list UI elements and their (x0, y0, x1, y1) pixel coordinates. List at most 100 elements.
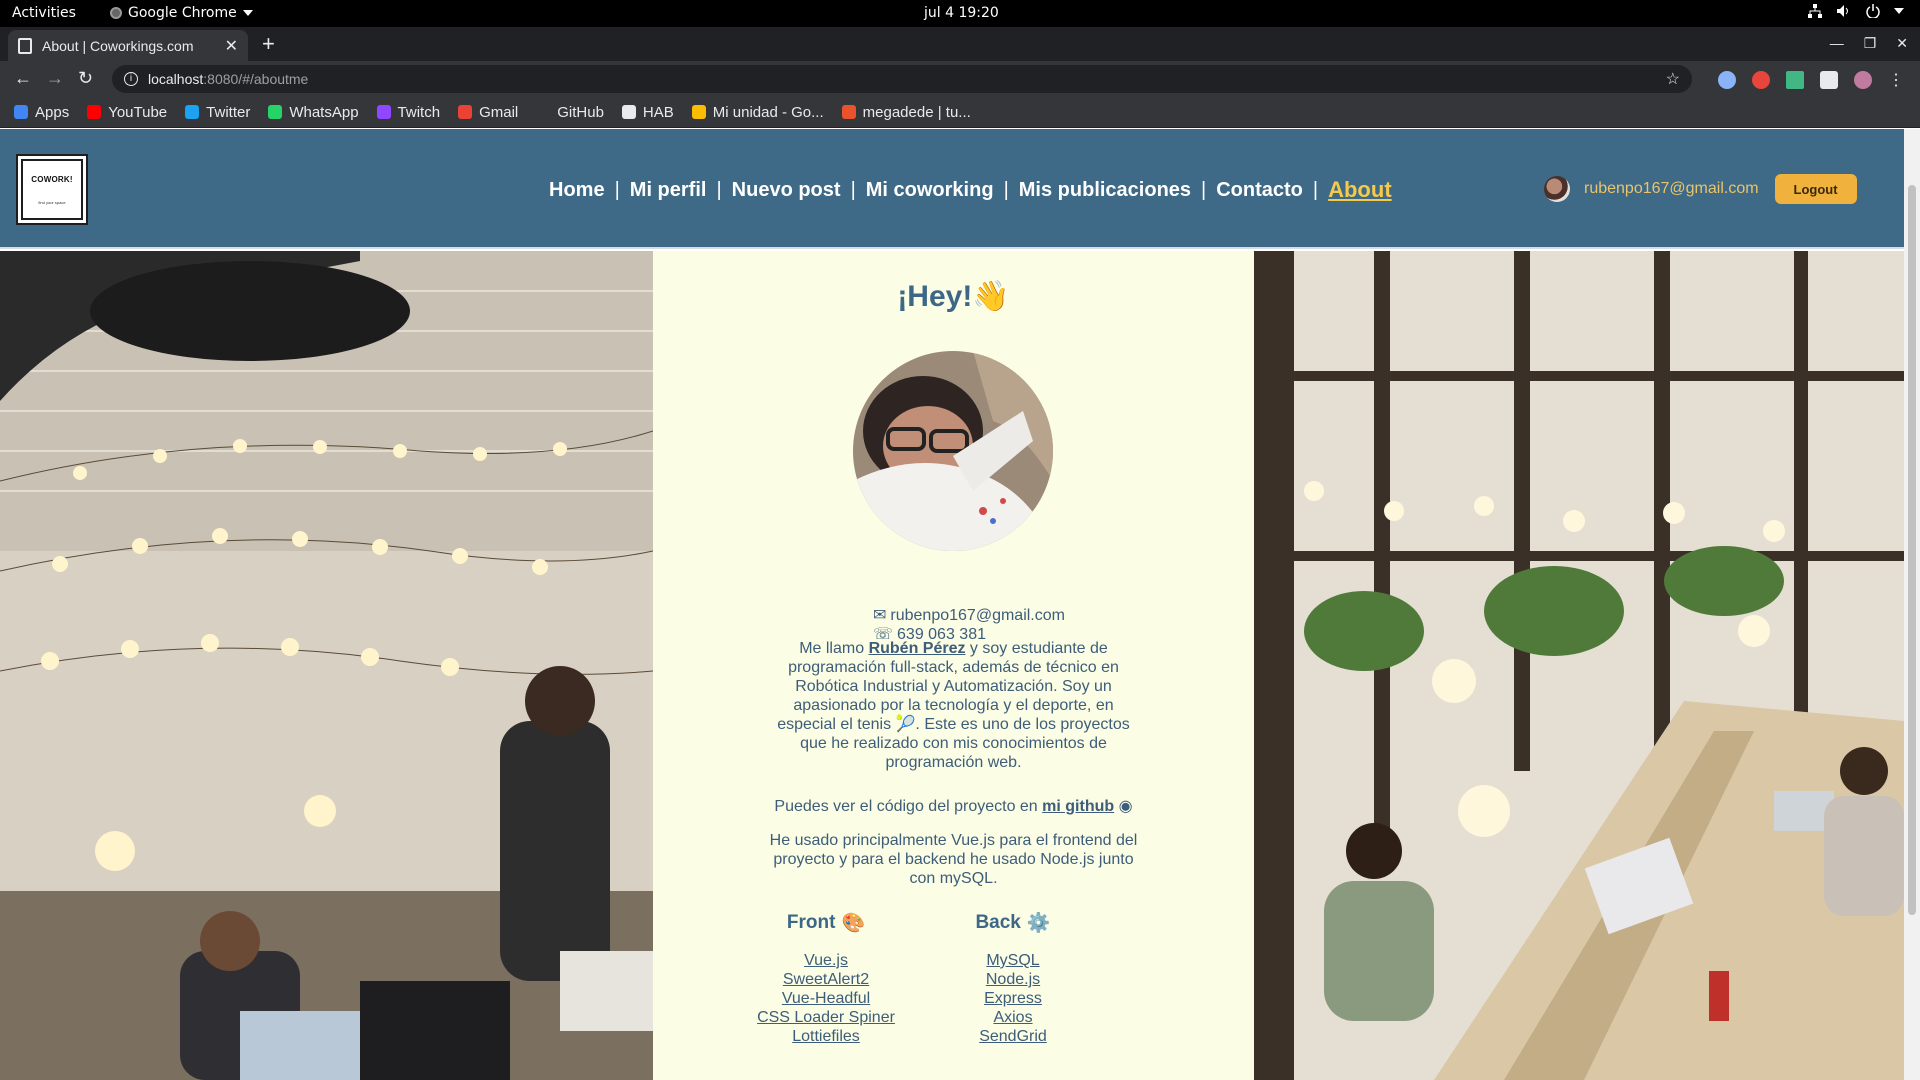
nav-link[interactable]: Mis publicaciones (1019, 179, 1191, 202)
browser-toolbar: ← → ↻ i localhost:8080/#/aboutme ☆ ⋮ (0, 61, 1920, 97)
address-bar[interactable]: i localhost:8080/#/aboutme ☆ (112, 65, 1692, 93)
vue-devtools-icon[interactable] (1786, 71, 1804, 89)
tech-link[interactable]: Lottiefiles (736, 1027, 916, 1046)
front-title: Front (786, 912, 836, 933)
app-menu[interactable]: Google Chrome (110, 5, 253, 21)
user-area: rubenpo167@gmail.com Logout (1544, 174, 1857, 204)
bookmark-item[interactable]: YouTube (87, 104, 167, 121)
info-icon[interactable]: i (124, 72, 138, 86)
bookmark-icon (536, 105, 551, 119)
bookmark-icon (841, 105, 856, 119)
tech-link[interactable]: CSS Loader Spiner (736, 1008, 916, 1027)
tech-link[interactable]: Vue-Headful (736, 989, 916, 1008)
system-tray[interactable] (1808, 4, 1904, 18)
bookmark-label: Twitch (397, 103, 441, 121)
coworking-photo-left (0, 251, 653, 1080)
coworking-illustration (1254, 251, 1904, 1080)
close-window-icon[interactable]: ✕ (1896, 35, 1908, 52)
nav-link[interactable]: Contacto (1216, 179, 1303, 202)
tech-link[interactable]: SendGrid (923, 1027, 1103, 1046)
new-tab-button[interactable]: + (262, 33, 275, 55)
extension-icon[interactable] (1718, 71, 1736, 89)
bookmark-label: WhatsApp (289, 103, 359, 121)
profile-illustration (853, 351, 1053, 551)
os-top-bar: Activities Google Chrome jul 4 19:20 (0, 0, 1920, 27)
tech-link[interactable]: Node.js (923, 970, 1103, 989)
back-title: Back (975, 912, 1021, 933)
bookmark-item[interactable]: megadede | tu... (841, 104, 971, 121)
gear-icon: ⚙️ (1026, 913, 1051, 934)
nav-link[interactable]: Mi perfil (630, 179, 707, 202)
github-link[interactable]: mi github (1042, 798, 1114, 815)
user-email[interactable]: rubenpo167@gmail.com (1584, 180, 1759, 198)
back-heading: Back ⚙️ (923, 911, 1103, 935)
site-header: COWORK! find your space Home | Mi perfil | N… (0, 129, 1904, 249)
bookmark-icon (691, 105, 706, 119)
restore-icon[interactable]: ❐ (1864, 35, 1877, 52)
puzzle-icon[interactable] (1820, 71, 1838, 89)
bookmark-item[interactable]: Twitch (376, 103, 441, 121)
clock[interactable]: jul 4 19:20 (924, 5, 999, 21)
adblock-icon[interactable] (1752, 71, 1770, 89)
repo-pre: Puedes ver el código del proyecto en (774, 798, 1043, 815)
bookmark-label: Apps (35, 103, 70, 121)
profile-avatar[interactable] (1854, 71, 1872, 89)
power-icon (1866, 4, 1880, 18)
bookmark-star-icon[interactable]: ☆ (1666, 69, 1680, 89)
site-logo[interactable]: COWORK! find your space (16, 154, 88, 225)
bookmark-icon (87, 105, 102, 119)
bio-paragraph: Me llamo Rubén Pérez y soy estudiante de… (771, 639, 1136, 772)
nav-separator: | (614, 178, 620, 201)
bookmark-item[interactable]: WhatsApp (268, 103, 359, 121)
repo-line: Puedes ver el código del proyecto en mi … (653, 796, 1254, 816)
menu-dots-icon[interactable]: ⋮ (1888, 70, 1904, 90)
browser-tab[interactable]: About | Coworkings.com ✕ (8, 30, 248, 61)
tech-link[interactable]: Express (923, 989, 1103, 1008)
bookmark-icon (14, 105, 28, 119)
bookmark-label: Mi unidad - Go... (712, 103, 824, 121)
nav-separator: | (1003, 178, 1009, 201)
chrome-icon (110, 7, 122, 19)
logout-button[interactable]: Logout (1774, 174, 1857, 204)
coworking-photo-right (1254, 251, 1904, 1080)
bookmark-item[interactable]: Mi unidad - Go... (691, 103, 824, 121)
minimize-icon[interactable]: — (1830, 35, 1844, 52)
tech-link[interactable]: Axios (923, 1008, 1103, 1027)
bookmark-item[interactable]: Gmail (458, 104, 518, 121)
tech-link[interactable]: Vue.js (736, 951, 916, 970)
back-icon[interactable]: ← (14, 69, 32, 87)
palette-icon: 🎨 (841, 913, 866, 934)
nav-link[interactable]: Mi coworking (866, 179, 994, 202)
page-scrollbar[interactable] (1904, 129, 1920, 1080)
forward-icon[interactable]: → (46, 69, 64, 87)
app-menu-label: Google Chrome (128, 5, 237, 21)
bookmark-item[interactable]: GitHub (536, 104, 604, 121)
bookmark-item[interactable]: HAB (621, 104, 674, 121)
url-host: localhost (148, 71, 204, 87)
window-controls: — ❐ ✕ (1830, 35, 1908, 52)
bookmark-item[interactable]: Twitter (185, 104, 250, 121)
tech-link[interactable]: MySQL (923, 951, 1103, 970)
tech-link[interactable]: SweetAlert2 (736, 970, 916, 989)
front-heading: Front 🎨 (736, 911, 916, 935)
nav-link[interactable]: Home (549, 179, 605, 202)
scrollbar-thumb[interactable] (1908, 185, 1916, 915)
tab-strip: About | Coworkings.com ✕ + — ❐ ✕ (0, 27, 1920, 61)
back-tech-list: MySQL Node.js Express Axios SendGrid (923, 951, 1103, 1046)
nav-link[interactable]: About (1328, 177, 1392, 203)
bookmark-label: GitHub (557, 103, 604, 121)
author-name-link[interactable]: Rubén Pérez (869, 640, 966, 657)
close-icon[interactable]: ✕ (225, 36, 238, 56)
avatar[interactable] (1544, 176, 1570, 202)
profile-photo (853, 351, 1053, 551)
nav-link[interactable]: Nuevo post (732, 179, 841, 202)
reload-icon[interactable]: ↻ (78, 69, 93, 87)
bookmark-icon (185, 105, 200, 119)
nav-separator: | (716, 178, 722, 201)
bookmark-icon (268, 105, 283, 119)
network-icon (1808, 4, 1822, 18)
envelope-icon: ✉ (873, 607, 887, 624)
main-nav: Home | Mi perfil | Nuevo post | Mi coworking | M… (549, 177, 1392, 203)
activities-button[interactable]: Activities (12, 5, 76, 21)
bookmark-item[interactable]: Apps (14, 104, 69, 121)
